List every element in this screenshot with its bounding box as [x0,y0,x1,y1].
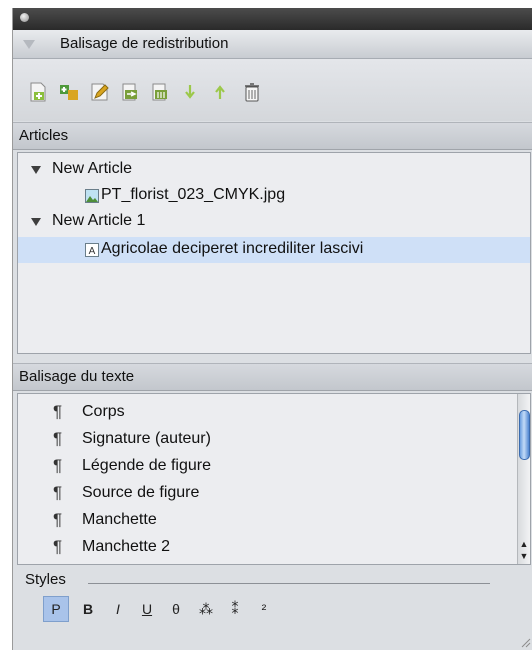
tag-label: Légende de figure [82,457,211,474]
list-item[interactable]: ¶ Manchette 2 [18,533,518,561]
import-items-button[interactable] [119,81,141,103]
trash-icon [245,83,259,102]
import-items-icon [122,83,137,101]
style-underline-button[interactable]: U [134,596,160,622]
list-item[interactable]: ¶ Manchette [18,506,518,534]
section-divider [88,583,490,584]
pilcrow-icon: ¶ [53,483,63,502]
item-label: Agricolae deciperet incrediliter lascivi [101,240,364,257]
resize-grip-icon[interactable] [521,638,531,648]
pilcrow-icon: ¶ [53,510,63,529]
panel-title: Balisage de redistribution [60,35,229,52]
articles-tree[interactable]: New Article PT_florist_023_CMYK.jpg New … [17,152,531,354]
tree-row-item-selected[interactable]: A Agricolae deciperet incrediliter lasci… [18,237,530,263]
pilcrow-icon: ¶ [53,429,63,448]
scroll-up-arrow-icon[interactable]: ▲ [519,538,529,550]
add-items-icon [60,85,78,100]
style-strikethrough-button[interactable]: θ [163,596,189,622]
pilcrow-icon: ¶ [53,402,63,421]
pilcrow-icon: ¶ [53,537,63,556]
list-item[interactable]: ¶ Corps [18,398,518,426]
tag-label: Signature (auteur) [82,430,211,447]
text-tagging-list[interactable]: ¶ Corps ¶ Signature (auteur) ¶ Légende d… [17,393,531,565]
edit-article-icon [91,83,109,101]
scrollbar-thumb[interactable] [519,410,530,460]
tag-label: Manchette 2 [82,538,171,555]
close-dot-icon[interactable] [20,13,29,22]
article-label: New Article 1 [52,212,146,229]
tag-label: Source de figure [82,484,200,501]
new-article-icon [30,82,46,102]
move-up-button[interactable] [209,81,231,103]
styles-label: Styles [25,571,66,588]
add-items-button[interactable] [58,81,80,103]
disclosure-triangle-icon[interactable] [31,166,41,174]
panel-titlebar[interactable] [13,8,532,30]
style-bold-button[interactable]: B [75,596,101,622]
tag-label: Manchette [82,511,157,528]
import-selection-icon [152,83,167,101]
move-down-button[interactable] [179,81,201,103]
style-subscript-button[interactable]: ⁑ [222,596,248,622]
scroll-down-arrow-icon[interactable]: ▼ [519,550,529,562]
disclosure-triangle-icon[interactable] [31,218,41,226]
text-frame-icon: A [85,243,99,257]
edit-article-button[interactable] [89,81,111,103]
move-up-icon [215,85,225,99]
articles-section-header: Articles [13,122,532,150]
svg-text:A: A [89,246,96,257]
tree-row-item[interactable]: PT_florist_023_CMYK.jpg [18,183,530,209]
style-superscript-button[interactable]: ⁂ [193,596,219,622]
pilcrow-icon: ¶ [53,456,63,475]
move-down-icon [185,85,195,99]
vertical-scrollbar[interactable]: ▲ ▼ [517,394,530,564]
style-paragraph-button[interactable]: P [43,596,69,622]
styles-section-header: Styles [13,566,532,594]
panel-header[interactable]: Balisage de redistribution [13,30,532,59]
style-small-caps-button[interactable]: ² [251,596,277,622]
article-label: New Article [52,160,133,177]
panel-toolbar [13,59,532,121]
tree-row-article[interactable]: New Article 1 [18,209,530,235]
import-selection-button[interactable] [149,81,171,103]
text-tagging-section-header: Balisage du texte [13,363,532,391]
style-italic-button[interactable]: I [105,596,131,622]
tag-label: Corps [82,403,125,420]
new-article-button[interactable] [27,81,49,103]
disclosure-triangle-icon[interactable] [23,40,35,49]
item-label: PT_florist_023_CMYK.jpg [101,186,286,203]
redistribution-panel: Balisage de redistribution Articles New … [12,8,532,650]
tree-row-article[interactable]: New Article [18,157,530,183]
text-tagging-label: Balisage du texte [19,368,135,385]
delete-button[interactable] [241,81,263,103]
articles-label: Articles [19,127,69,144]
list-item[interactable]: ¶ Source de figure [18,479,518,507]
list-item[interactable]: ¶ Légende de figure [18,452,518,480]
image-file-icon [85,189,99,203]
list-item[interactable]: ¶ Signature (auteur) [18,425,518,453]
